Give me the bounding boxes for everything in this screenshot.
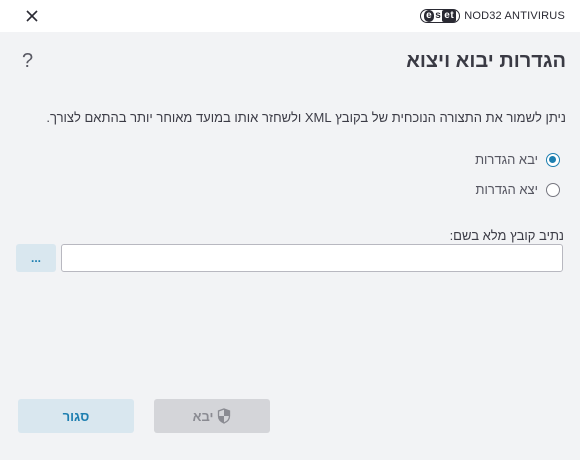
description-text: ניתן לשמור את התצורה הנוכחית של בקובץ XM… [46,110,566,125]
shield-icon [218,408,231,424]
help-icon[interactable]: ? [22,50,33,73]
close-icon[interactable] [22,6,42,26]
file-path-input[interactable] [61,244,563,272]
radio-button-import[interactable] [546,152,560,167]
radio-label-import: יבא הגדרות [475,152,538,167]
brand: e s et NOD32 ANTIVIRUS [420,8,565,24]
radio-button-export[interactable] [546,182,560,197]
eset-logo: e s et [420,9,461,23]
radio-import-settings[interactable]: יבא הגדרות [475,152,560,167]
browse-button[interactable]: ... [16,244,56,272]
import-button[interactable]: יבא [154,399,270,433]
close-button[interactable]: סגור [18,399,134,433]
close-button-label: סגור [62,408,90,424]
product-name: NOD32 ANTIVIRUS [464,10,565,22]
title-bar: e s et NOD32 ANTIVIRUS [0,0,580,32]
file-path-label: נתיב קובץ מלא בשם: [449,228,564,243]
page-title: הגדרות יבוא ויצוא [406,50,566,72]
import-button-label: יבא [192,408,214,424]
radio-label-export: יצא הגדרות [475,182,538,197]
radio-export-settings[interactable]: יצא הגדרות [476,182,560,197]
